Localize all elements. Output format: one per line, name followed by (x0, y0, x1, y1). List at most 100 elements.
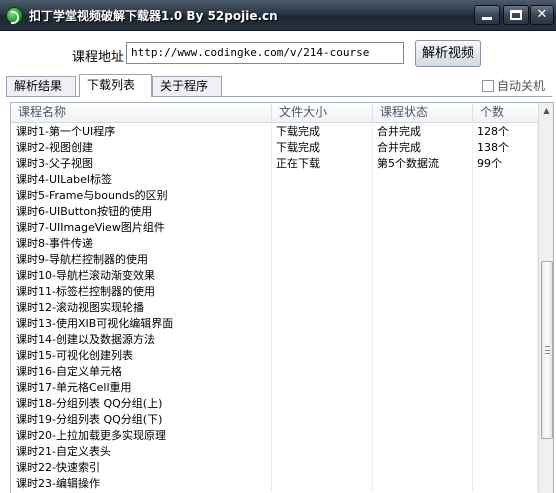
table-row[interactable]: 课时6-UIButton按钮的使用 (11, 204, 538, 220)
table-row[interactable]: 课时15-可视化创建列表 (11, 348, 538, 364)
count-cell (473, 364, 538, 380)
table-row[interactable]: 课时18-分组列表 QQ分组(上) (11, 396, 538, 412)
column-course-name[interactable]: 课程名称 (11, 103, 272, 123)
file-size-cell (272, 268, 373, 284)
vertical-scrollbar[interactable]: ▲ (538, 103, 553, 493)
course-name-cell: 课时8-事件传递 (11, 236, 272, 252)
auto-shutdown-label: 自动关机 (497, 79, 546, 93)
course-name-cell: 课时23-编辑操作 (11, 476, 272, 492)
table-row[interactable]: 课时4-UILabel标签 (11, 172, 538, 188)
table-row[interactable]: 课时9-导航栏控制器的使用 (11, 252, 538, 268)
parse-video-button[interactable]: 解析视频 (415, 40, 481, 67)
course-name-cell: 课时13-使用XIB可视化编辑界面 (11, 316, 272, 332)
file-size-cell: 正在下载 (272, 156, 373, 172)
count-cell (473, 252, 538, 268)
table-row[interactable]: 课时5-Frame与bounds的区别 (11, 188, 538, 204)
table-row[interactable]: 课时17-单元格Cell重用 (11, 380, 538, 396)
course-name-cell: 课时10-导航栏滚动渐变效果 (11, 268, 272, 284)
course-name-cell: 课时6-UIButton按钮的使用 (11, 204, 272, 220)
table-row[interactable]: 课时20-上拉加载更多实现原理 (11, 428, 538, 444)
column-status[interactable]: 课程状态 (373, 103, 473, 123)
title-bar[interactable]: 扣丁学堂视频破解下载器1.0 By 52pojie.cn ✕ (0, 0, 556, 31)
file-size-cell (272, 188, 373, 204)
course-name-cell: 课时4-UILabel标签 (11, 172, 272, 188)
minimize-icon (482, 17, 492, 20)
status-cell (373, 364, 473, 380)
list-rows: 课时1-第一个UI程序 下载完成 合并完成 128个 课时2-视图创建 下载完成 合并完成 1… (11, 124, 538, 492)
status-cell (373, 476, 473, 492)
course-name-cell: 课时11-标签栏控制器的使用 (11, 284, 272, 300)
file-size-cell (272, 444, 373, 460)
file-size-cell (272, 396, 373, 412)
tab-parse-results[interactable]: 解析结果 (6, 76, 76, 96)
table-row[interactable]: 课时21-自定义表头 (11, 444, 538, 460)
file-size-cell (272, 460, 373, 476)
table-row[interactable]: 课时7-UIImageView图片组件 (11, 220, 538, 236)
count-cell (473, 476, 538, 492)
file-size-cell (272, 412, 373, 428)
count-cell (473, 220, 538, 236)
course-name-cell: 课时19-分组列表 QQ分组(下) (11, 412, 272, 428)
column-file-size[interactable]: 文件大小 (272, 103, 373, 123)
count-cell (473, 444, 538, 460)
minimize-button[interactable] (474, 5, 500, 25)
file-size-cell: 下载完成 (272, 124, 373, 140)
course-name-cell: 课时12-滚动视图实现轮播 (11, 300, 272, 316)
grip-icon (545, 346, 550, 354)
table-row[interactable]: 课时8-事件传递 (11, 236, 538, 252)
file-size-cell: 下载完成 (272, 140, 373, 156)
status-cell (373, 460, 473, 476)
table-row[interactable]: 课时19-分组列表 QQ分组(下) (11, 412, 538, 428)
status-cell (373, 204, 473, 220)
column-count[interactable]: 个数 (473, 103, 538, 123)
status-cell (373, 300, 473, 316)
course-url-label: 课程地址 (72, 50, 125, 65)
course-name-cell: 课时9-导航栏控制器的使用 (11, 252, 272, 268)
course-name-cell: 课时14-创建以及数据源方法 (11, 332, 272, 348)
table-row[interactable]: 课时22-快速索引 (11, 460, 538, 476)
file-size-cell (272, 220, 373, 236)
table-row[interactable]: 课时3-父子视图 正在下载 第5个数据流 99个 (11, 156, 538, 172)
count-cell (473, 332, 538, 348)
table-row[interactable]: 课时1-第一个UI程序 下载完成 合并完成 128个 (11, 124, 538, 140)
tab-about[interactable]: 关于程序 (152, 76, 222, 96)
table-row[interactable]: 课时16-自定义单元格 (11, 364, 538, 380)
count-cell (473, 284, 538, 300)
file-size-cell (272, 284, 373, 300)
maximize-button[interactable] (503, 5, 529, 25)
course-name-cell: 课时15-可视化创建列表 (11, 348, 272, 364)
course-name-cell: 课时18-分组列表 QQ分组(上) (11, 396, 272, 412)
scroll-up-icon[interactable]: ▲ (539, 103, 553, 118)
count-cell: 138个 (473, 140, 538, 156)
file-size-cell (272, 252, 373, 268)
file-size-cell (272, 476, 373, 492)
count-cell: 128个 (473, 124, 538, 140)
file-size-cell (272, 316, 373, 332)
table-row[interactable]: 课时11-标签栏控制器的使用 (11, 284, 538, 300)
course-url-input[interactable]: http://www.codingke.com/v/214-course (126, 42, 404, 64)
table-row[interactable]: 课时2-视图创建 下载完成 合并完成 138个 (11, 140, 538, 156)
table-row[interactable]: 课时10-导航栏滚动渐变效果 (11, 268, 538, 284)
count-cell (473, 236, 538, 252)
file-size-cell (272, 204, 373, 220)
status-cell (373, 444, 473, 460)
auto-shutdown-checkbox[interactable]: 自动关机 (482, 77, 545, 94)
table-row[interactable]: 课时23-编辑操作 (11, 476, 538, 492)
scrollbar-thumb[interactable] (541, 261, 553, 439)
checkbox-box[interactable] (482, 80, 494, 92)
download-list[interactable]: 课程名称 文件大小 课程状态 个数 课时1-第一个UI程序 下载完成 合并完成 128… (10, 102, 554, 493)
file-size-cell (272, 380, 373, 396)
course-name-cell: 课时3-父子视图 (11, 156, 272, 172)
status-cell (373, 428, 473, 444)
table-row[interactable]: 课时14-创建以及数据源方法 (11, 332, 538, 348)
count-cell (473, 348, 538, 364)
close-button[interactable]: ✕ (530, 5, 554, 25)
course-name-cell: 课时5-Frame与bounds的区别 (11, 188, 272, 204)
status-cell (373, 220, 473, 236)
table-row[interactable]: 课时13-使用XIB可视化编辑界面 (11, 316, 538, 332)
status-cell (373, 332, 473, 348)
table-row[interactable]: 课时12-滚动视图实现轮播 (11, 300, 538, 316)
count-cell (473, 316, 538, 332)
tab-download-list[interactable]: 下载列表 (79, 74, 152, 97)
count-cell (473, 396, 538, 412)
